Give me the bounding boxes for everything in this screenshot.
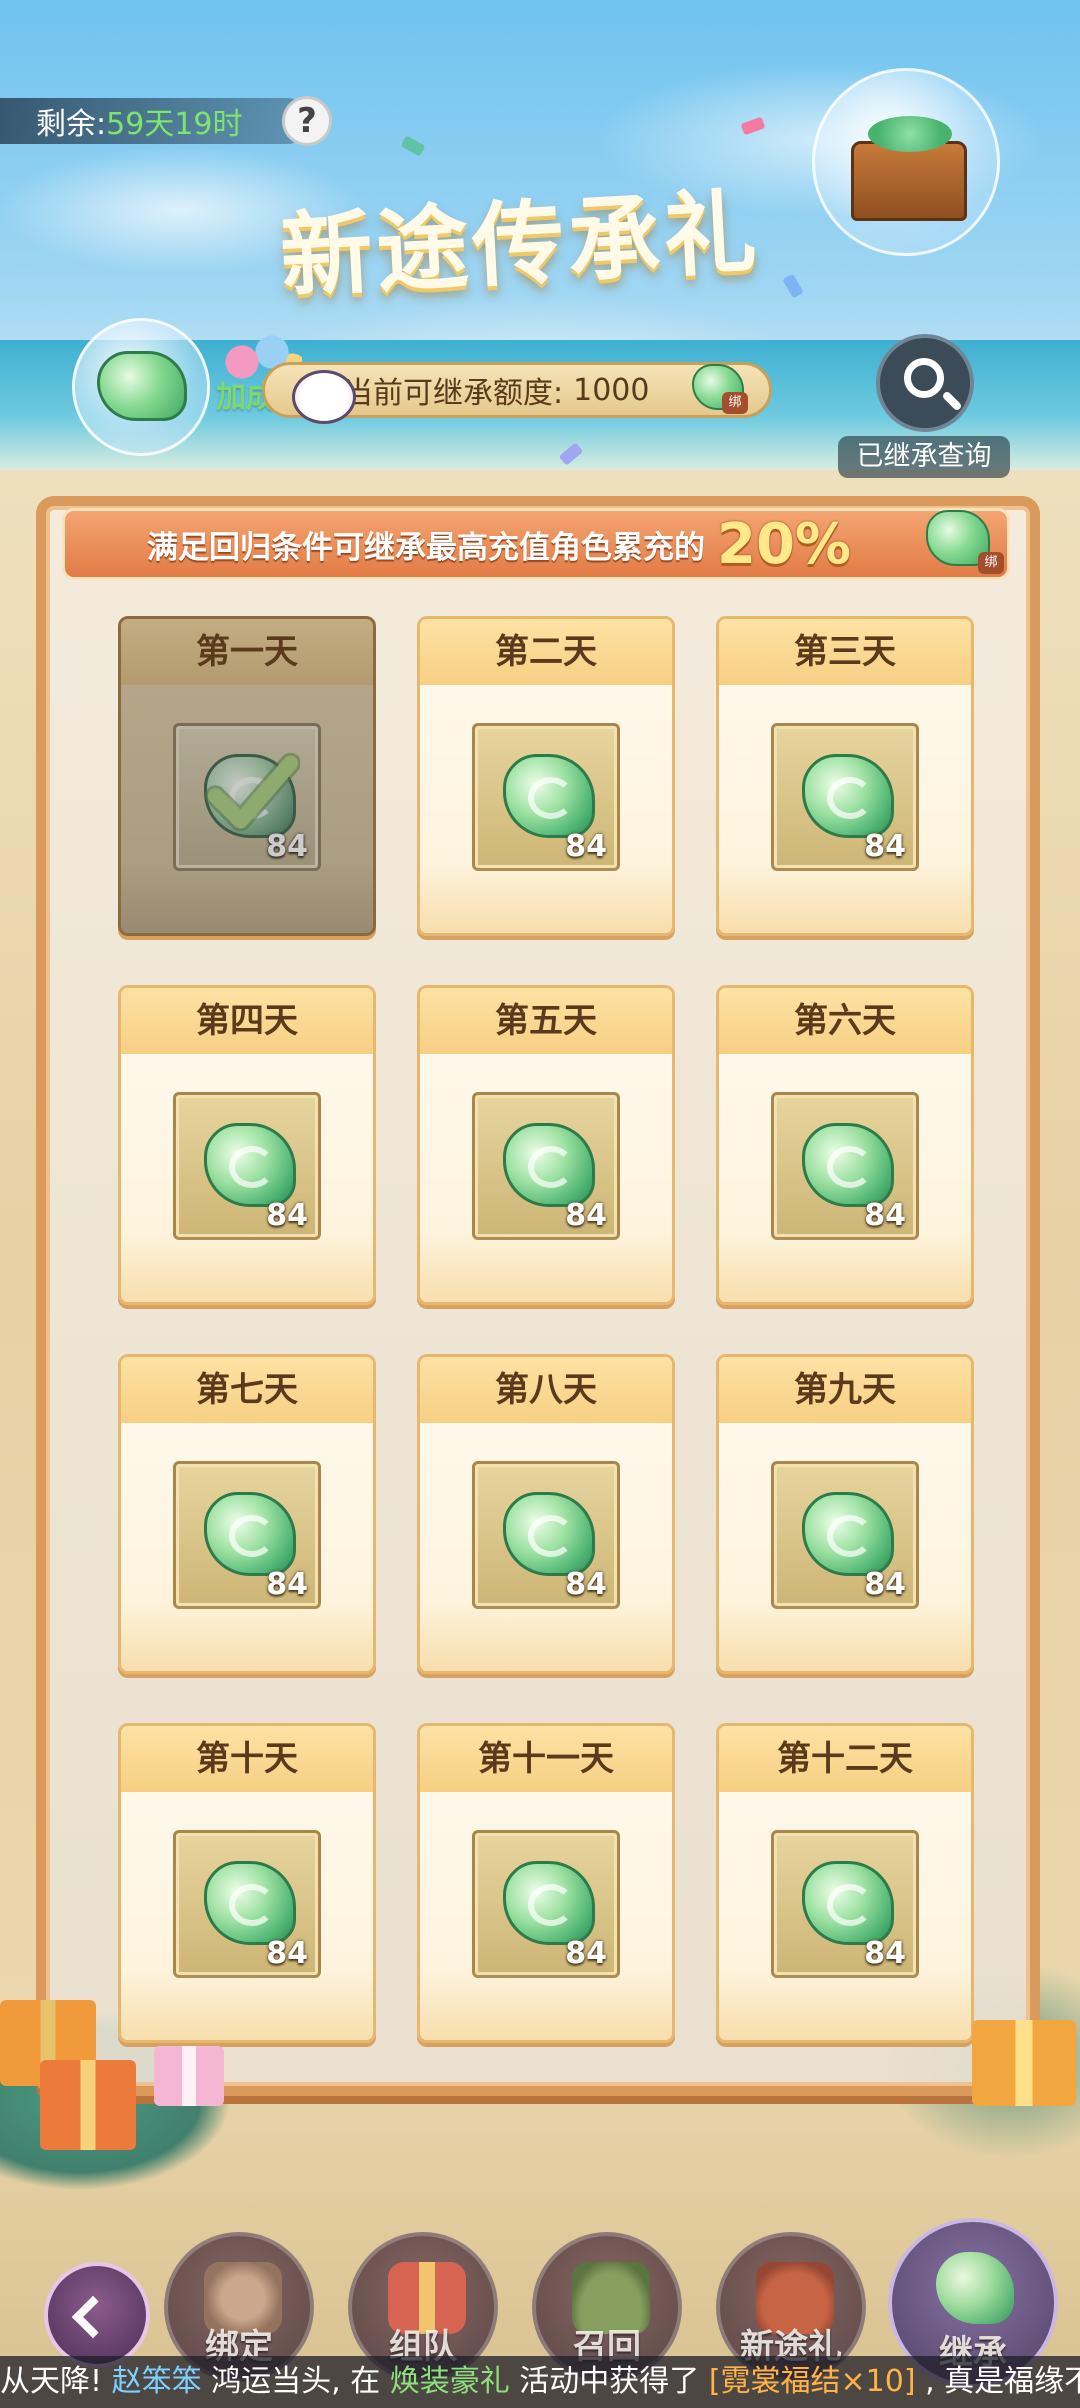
reward-quantity: 84 (565, 1198, 607, 1233)
jade-icon (802, 1123, 894, 1207)
day-label: 第六天 (719, 988, 971, 1054)
mascot-icon (292, 370, 356, 424)
magnifier-icon (904, 358, 944, 398)
reward-quantity: 84 (864, 1936, 906, 1971)
day-label: 第二天 (420, 619, 672, 685)
ticker-text: 活动中获得了 (519, 2364, 700, 2399)
ticker-item-name: [霓裳福结×10] (708, 2364, 916, 2399)
day-reward-card[interactable]: 第十一天 84 (417, 1723, 675, 2043)
jade-bonus-orb[interactable] (72, 318, 210, 456)
day-reward-card[interactable]: 第八天 84 (417, 1354, 675, 1674)
page-title: 新途传承礼 (277, 177, 763, 311)
reward-quantity: 84 (565, 1936, 607, 1971)
jade-icon (936, 2252, 1014, 2324)
reward-item-slot[interactable]: 84 (173, 1461, 321, 1609)
jade-icon (204, 1492, 296, 1576)
day-label: 第一天 (121, 619, 373, 685)
jade-icon (802, 1492, 894, 1576)
reward-item-slot[interactable]: 84 (771, 1830, 919, 1978)
day-label: 第十一天 (420, 1726, 672, 1792)
reward-item-slot[interactable]: 84 (771, 1092, 919, 1240)
claimed-check-icon (204, 752, 300, 832)
jade-icon (503, 1123, 595, 1207)
gift-box-decoration (40, 2060, 136, 2150)
day-reward-card[interactable]: 第二天 84 (417, 616, 675, 936)
jade-icon (204, 1123, 296, 1207)
day-label: 第五天 (420, 988, 672, 1054)
inherited-query-label[interactable]: 已继承查询 (838, 436, 1010, 478)
day-reward-card[interactable]: 第十二天 84 (716, 1723, 974, 2043)
ticker-player-name: 赵笨笨 (111, 2364, 202, 2399)
day-reward-card[interactable]: 第九天 84 (716, 1354, 974, 1674)
ticker-event-name: 焕装豪礼 (389, 2364, 510, 2399)
day-label: 第七天 (121, 1357, 373, 1423)
remaining-time-bar: 剩余: 59天19时 (0, 98, 310, 144)
jade-icon (503, 1492, 595, 1576)
reward-item-slot[interactable]: 84 (472, 1830, 620, 1978)
day-label: 第十天 (121, 1726, 373, 1792)
reward-item-slot[interactable]: 84 (173, 723, 321, 871)
back-button[interactable] (44, 2262, 150, 2368)
banner-text: 满足回归条件可继承最高充值角色累充的 (147, 529, 705, 566)
help-button[interactable]: ? (282, 96, 332, 146)
reward-item-slot[interactable]: 84 (771, 1461, 919, 1609)
day-reward-card[interactable]: 第一天 84 (118, 616, 376, 936)
jade-icon (802, 1861, 894, 1945)
day-reward-card[interactable]: 第十天 84 (118, 1723, 376, 2043)
day-reward-card[interactable]: 第七天 84 (118, 1354, 376, 1674)
back-arrow-icon (71, 2295, 115, 2339)
reward-quantity: 84 (565, 829, 607, 864)
gift-box-decoration (972, 2020, 1076, 2106)
bind-tag: 绑 (978, 552, 1004, 574)
banner-percent: 20% (717, 511, 852, 577)
inherit-condition-banner: 满足回归条件可继承最高充值角色累充的 20% (62, 508, 1010, 580)
ticker-text: , 真是福缘不浅 (925, 2364, 1080, 2399)
ticker-text: 从天降! (0, 2364, 103, 2399)
treasure-chest-icon (851, 116, 967, 221)
broadcast-ticker: 从天降! 赵笨笨 鸿运当头, 在 焕装豪礼 活动中获得了 [霓裳福结×10] ,… (0, 2356, 1080, 2408)
remaining-time-value: 59天19时 (106, 107, 243, 142)
reward-quantity: 84 (864, 829, 906, 864)
jade-icon (204, 1861, 296, 1945)
question-icon: ? (297, 101, 317, 141)
day-reward-card[interactable]: 第四天 84 (118, 985, 376, 1305)
jade-icon (503, 1861, 595, 1945)
day-label: 第八天 (420, 1357, 672, 1423)
reward-item-slot[interactable]: 84 (472, 723, 620, 871)
bind-tag: 绑 (722, 392, 748, 414)
day-label: 第九天 (719, 1357, 971, 1423)
reward-item-slot[interactable]: 84 (173, 1092, 321, 1240)
reward-quantity: 84 (266, 1936, 308, 1971)
treasure-chest-orb[interactable] (812, 68, 1000, 256)
day-label: 第十二天 (719, 1726, 971, 1792)
reward-quantity: 84 (266, 1198, 308, 1233)
inherited-query-button[interactable] (876, 334, 974, 432)
jade-icon (802, 754, 894, 838)
ticker-text: 鸿运当头, 在 (211, 2364, 381, 2399)
reward-quantity: 84 (565, 1567, 607, 1602)
reward-item-slot[interactable]: 84 (472, 1092, 620, 1240)
bound-jade-icon: 绑 (692, 364, 748, 414)
quota-label: 当前可继承额度: (343, 376, 564, 411)
jade-icon (97, 351, 187, 421)
day-reward-card[interactable]: 第三天 84 (716, 616, 974, 936)
jade-icon (503, 754, 595, 838)
remaining-time-label: 剩余: (36, 107, 107, 142)
quota-value: 1000 (573, 372, 650, 408)
day-reward-card[interactable]: 第五天 84 (417, 985, 675, 1305)
reward-item-slot[interactable]: 84 (771, 723, 919, 871)
reward-quantity: 84 (864, 1198, 906, 1233)
day-label: 第三天 (719, 619, 971, 685)
gift-box-decoration (154, 2046, 224, 2106)
reward-quantity: 84 (266, 1567, 308, 1602)
reward-item-slot[interactable]: 84 (472, 1461, 620, 1609)
reward-quantity: 84 (864, 1567, 906, 1602)
reward-item-slot[interactable]: 84 (173, 1830, 321, 1978)
banner-jade-icon: 绑 (926, 510, 1004, 574)
day-reward-card[interactable]: 第六天 84 (716, 985, 974, 1305)
day-label: 第四天 (121, 988, 373, 1054)
